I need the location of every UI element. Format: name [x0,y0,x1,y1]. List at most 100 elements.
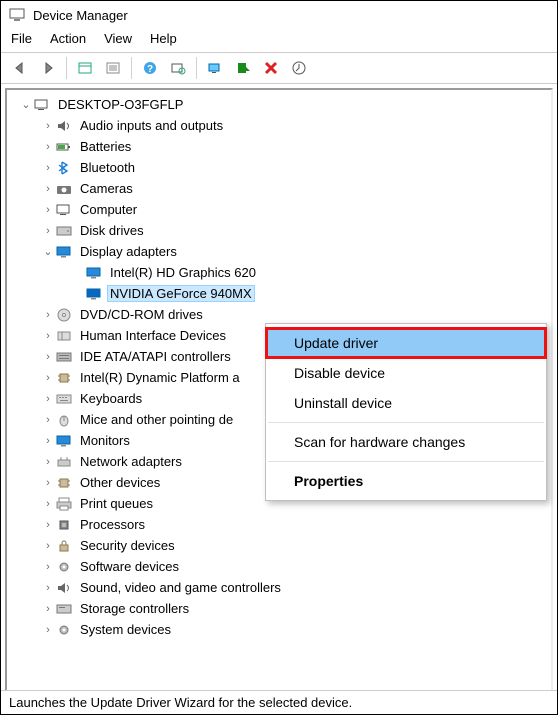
collapse-icon[interactable]: ⌄ [19,98,33,111]
tree-category-sound[interactable]: › Sound, video and game controllers [9,577,551,598]
forward-button[interactable] [35,56,61,80]
speaker-icon [55,580,73,596]
tree-category-label: Processors [77,516,148,533]
computer-icon [33,97,51,113]
expand-icon[interactable]: › [41,519,55,531]
context-menu: Update driver Disable device Uninstall d… [265,323,547,501]
tree-category-software[interactable]: › Software devices [9,556,551,577]
tree-device-label: NVIDIA GeForce 940MX [107,285,255,302]
tree-category-processors[interactable]: › Processors [9,514,551,535]
context-disable-device[interactable]: Disable device [266,358,546,388]
monitor-icon [85,265,103,281]
tree-category-batteries[interactable]: › Batteries [9,136,551,157]
chip-icon [55,475,73,491]
tree-category-dvd[interactable]: › DVD/CD-ROM drives [9,304,551,325]
menu-file[interactable]: File [11,31,32,46]
tree-category-label: Computer [77,201,140,218]
context-scan-hardware[interactable]: Scan for hardware changes [266,427,546,457]
bluetooth-icon [55,160,73,176]
cpu-icon [55,517,73,533]
expand-icon[interactable]: › [41,204,55,216]
expand-icon[interactable]: › [41,456,55,468]
titlebar: Device Manager [1,1,557,27]
expand-icon[interactable]: › [41,582,55,594]
expand-icon[interactable]: › [41,225,55,237]
tree-category-label: Cameras [77,180,136,197]
expand-icon[interactable]: › [41,498,55,510]
net-icon [55,454,73,470]
tree-category-security[interactable]: › Security devices [9,535,551,556]
camera-icon [55,181,73,197]
monitor-icon [85,286,103,302]
add-legacy-button[interactable] [286,56,312,80]
expand-icon[interactable]: › [41,141,55,153]
expand-icon[interactable]: › [41,330,55,342]
gear-icon [55,622,73,638]
mouse-icon [55,412,73,428]
expand-icon[interactable]: › [41,603,55,615]
disk-icon [55,223,73,239]
tree-category-label: System devices [77,621,174,638]
monitor-icon [55,244,73,260]
tree-category-system[interactable]: › System devices [9,619,551,640]
tree-category-label: DVD/CD-ROM drives [77,306,206,323]
uninstall-device-toolbar-button[interactable] [258,56,284,80]
menu-view[interactable]: View [104,31,132,46]
monitor-icon [55,433,73,449]
toolbar-separator [131,57,132,79]
expand-icon[interactable]: › [41,120,55,132]
tree-category-disk[interactable]: ›Disk drives [9,220,551,241]
disable-device-toolbar-button[interactable] [230,56,256,80]
collapse-icon[interactable]: ⌄ [41,245,55,258]
help-button[interactable]: ? [137,56,163,80]
tree-category-storage[interactable]: › Storage controllers [9,598,551,619]
tree-category-label: Storage controllers [77,600,192,617]
toolbar-separator [66,57,67,79]
tree-category-label: Software devices [77,558,182,575]
tree-category-label: Display adapters [77,243,180,260]
expand-icon[interactable]: › [41,372,55,384]
expand-icon[interactable]: › [41,309,55,321]
expand-icon[interactable]: › [41,540,55,552]
context-uninstall-device[interactable]: Uninstall device [266,388,546,418]
expand-icon[interactable]: › [41,162,55,174]
disc-icon [55,307,73,323]
tree-category-bluetooth[interactable]: ›Bluetooth [9,157,551,178]
update-driver-toolbar-button[interactable] [202,56,228,80]
ide-icon [55,349,73,365]
hid-icon [55,328,73,344]
expand-icon[interactable]: › [41,414,55,426]
expand-icon[interactable]: › [41,393,55,405]
menu-help[interactable]: Help [150,31,177,46]
properties-toolbar-button[interactable] [100,56,126,80]
tree-category-audio[interactable]: ›Audio inputs and outputs [9,115,551,136]
keyboard-icon [55,391,73,407]
tree-device-intel[interactable]: ·Intel(R) HD Graphics 620 [9,262,551,283]
expand-icon[interactable]: › [41,351,55,363]
printer-icon [55,496,73,512]
menu-action[interactable]: Action [50,31,86,46]
tree-category-label: Sound, video and game controllers [77,579,284,596]
expand-icon[interactable]: › [41,624,55,636]
tree-category-label: Batteries [77,138,134,155]
tree-category-label: Security devices [77,537,178,554]
tree-category-display[interactable]: ⌄ Display adapters [9,241,551,262]
status-bar: Launches the Update Driver Wizard for th… [1,690,557,714]
tree-root[interactable]: ⌄ DESKTOP-O3FGFLP [9,94,551,115]
tree-device-nvidia[interactable]: ·NVIDIA GeForce 940MX [9,283,551,304]
expand-icon[interactable]: › [41,477,55,489]
expand-icon[interactable]: › [41,435,55,447]
gear-icon [55,559,73,575]
tree-category-cameras[interactable]: › Cameras [9,178,551,199]
context-separator [268,422,544,423]
expand-icon[interactable]: › [41,183,55,195]
back-button[interactable] [7,56,33,80]
context-update-driver[interactable]: Update driver [266,328,546,358]
battery-icon [55,139,73,155]
scan-hardware-button[interactable] [165,56,191,80]
tree-category-label: Monitors [77,432,133,449]
expand-icon[interactable]: › [41,561,55,573]
show-hide-tree-button[interactable] [72,56,98,80]
tree-category-computer[interactable]: › Computer [9,199,551,220]
context-properties[interactable]: Properties [266,466,546,496]
